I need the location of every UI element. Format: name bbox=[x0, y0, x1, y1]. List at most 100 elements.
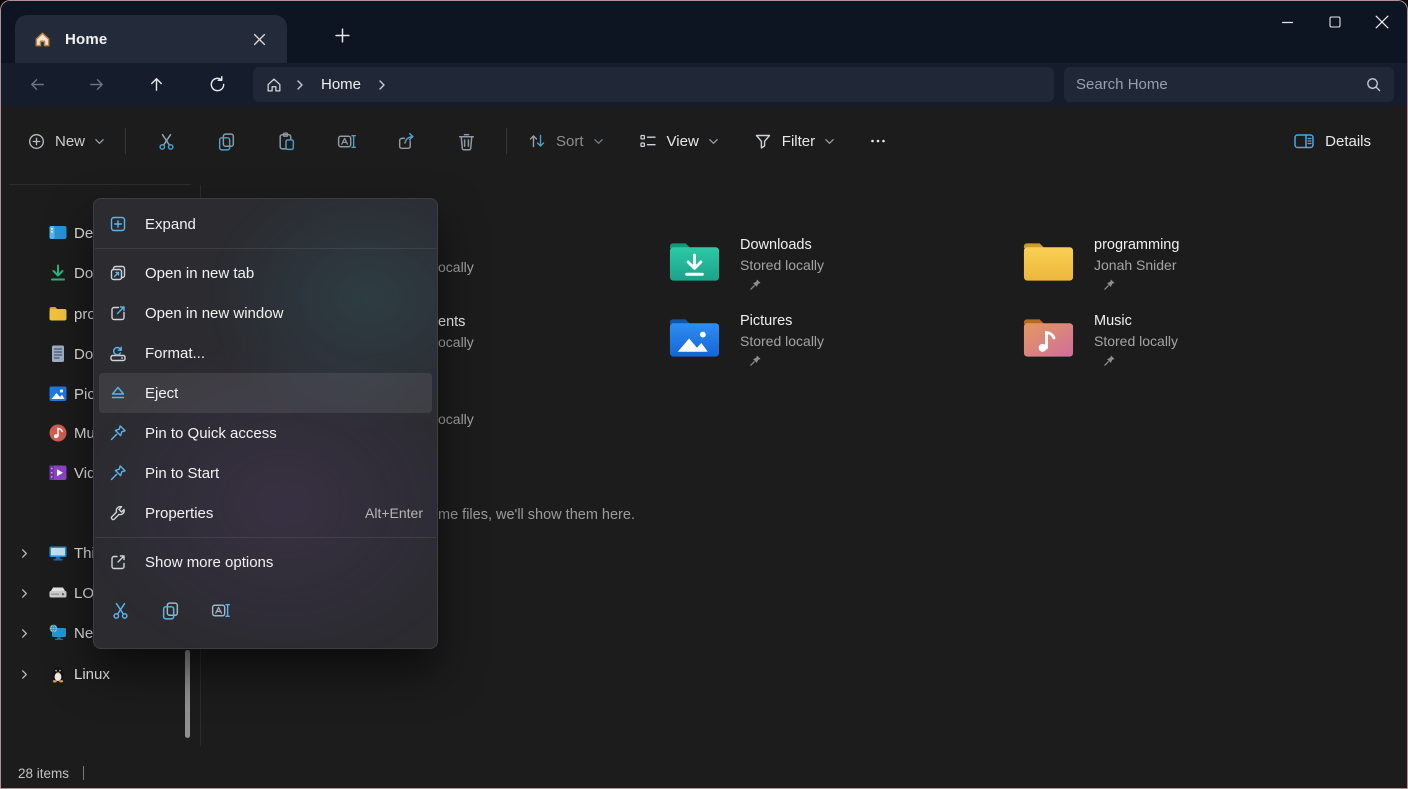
filter-button[interactable]: Filter bbox=[743, 124, 845, 158]
share-button[interactable] bbox=[385, 121, 427, 161]
hidden-tile-title-fragment: ents bbox=[438, 314, 465, 330]
breadcrumb-home-icon[interactable] bbox=[265, 76, 283, 94]
chevron-right-icon[interactable] bbox=[19, 588, 30, 599]
menu-item-open-new-tab[interactable]: Open in new tab bbox=[94, 253, 437, 293]
tile-pictures[interactable]: Pictures Stored locally bbox=[667, 312, 824, 367]
trash-icon bbox=[456, 131, 477, 152]
search-input[interactable] bbox=[1076, 76, 1365, 93]
tile-title: Music bbox=[1094, 313, 1178, 329]
tab-home[interactable]: Home bbox=[15, 15, 287, 63]
filter-button-label: Filter bbox=[782, 133, 815, 150]
chevron-right-icon[interactable] bbox=[19, 628, 30, 639]
open-new-window-icon bbox=[108, 303, 128, 323]
menu-item-eject[interactable]: Eject bbox=[99, 373, 432, 413]
copy-icon bbox=[160, 600, 181, 621]
menu-item-properties[interactable]: Properties Alt+Enter bbox=[94, 493, 437, 533]
sort-button[interactable]: Sort bbox=[517, 124, 614, 158]
hidden-tile-subtitle-fragment: ocally bbox=[438, 411, 474, 427]
view-button-label: View bbox=[667, 133, 699, 150]
sidebar-scrollbar[interactable] bbox=[185, 650, 190, 738]
menu-item-pin-to-start[interactable]: Pin to Start bbox=[94, 453, 437, 493]
copy-button[interactable] bbox=[152, 592, 188, 628]
tile-title: programming bbox=[1094, 237, 1179, 253]
view-icon bbox=[638, 131, 658, 151]
paste-button[interactable] bbox=[265, 121, 307, 161]
new-tab-button[interactable] bbox=[325, 18, 359, 52]
chevron-down-icon bbox=[94, 136, 105, 147]
refresh-button[interactable] bbox=[200, 67, 234, 101]
folder-icon bbox=[47, 303, 69, 325]
tab-close-icon[interactable] bbox=[245, 25, 273, 53]
tile-subtitle: Stored locally bbox=[1094, 333, 1178, 349]
breadcrumb[interactable]: Home bbox=[253, 67, 1054, 102]
filter-icon bbox=[753, 131, 773, 151]
chevron-right-icon bbox=[294, 79, 306, 91]
hidden-tile-subtitle-fragment: ocally bbox=[438, 334, 474, 350]
tile-subtitle: Jonah Snider bbox=[1094, 257, 1179, 273]
hidden-tile-subtitle-fragment: ocally bbox=[438, 259, 474, 275]
network-icon bbox=[47, 622, 69, 644]
chevron-right-icon[interactable] bbox=[19, 548, 30, 559]
chevron-down-icon bbox=[708, 136, 719, 147]
details-panel-icon bbox=[1293, 131, 1315, 151]
cut-button[interactable] bbox=[102, 592, 138, 628]
window-controls bbox=[1264, 1, 1405, 43]
music-folder-icon bbox=[1021, 312, 1076, 362]
tab-title: Home bbox=[65, 31, 107, 48]
menu-item-show-more-options[interactable]: Show more options bbox=[94, 542, 437, 582]
desktop-icon bbox=[47, 222, 69, 244]
sort-icon bbox=[527, 131, 547, 151]
file-explorer-window: Home bbox=[0, 0, 1408, 789]
rename-button[interactable] bbox=[325, 121, 367, 161]
share-icon bbox=[396, 131, 417, 152]
copy-button[interactable] bbox=[205, 121, 247, 161]
titlebar: Home bbox=[1, 1, 1407, 63]
toolbar-separator bbox=[125, 128, 126, 154]
chevron-down-icon bbox=[824, 136, 835, 147]
view-button[interactable]: View bbox=[628, 124, 729, 158]
tile-music[interactable]: Music Stored locally bbox=[1021, 312, 1178, 367]
this-pc-icon bbox=[47, 542, 69, 564]
close-button[interactable] bbox=[1358, 1, 1405, 43]
pin-icon bbox=[108, 423, 128, 443]
menu-item-pin-quick-access[interactable]: Pin to Quick access bbox=[94, 413, 437, 453]
minimize-button[interactable] bbox=[1264, 1, 1311, 43]
eject-icon bbox=[108, 383, 128, 403]
search-icon[interactable] bbox=[1365, 76, 1382, 93]
forward-button[interactable] bbox=[79, 67, 113, 101]
search-box[interactable] bbox=[1064, 67, 1394, 102]
sort-button-label: Sort bbox=[556, 133, 584, 150]
shortcut-label: Alt+Enter bbox=[365, 505, 423, 521]
menu-item-open-new-window[interactable]: Open in new window bbox=[94, 293, 437, 333]
chevron-right-icon[interactable] bbox=[19, 669, 30, 680]
more-options-button[interactable] bbox=[857, 121, 899, 161]
expand-icon bbox=[108, 214, 128, 234]
tile-title: Pictures bbox=[740, 313, 824, 329]
cut-button[interactable] bbox=[145, 121, 187, 161]
tile-programming[interactable]: programming Jonah Snider bbox=[1021, 236, 1179, 291]
recent-files-message: me files, we'll show them here. bbox=[438, 507, 635, 523]
tile-subtitle: Stored locally bbox=[740, 257, 824, 273]
tile-title: Downloads bbox=[740, 237, 824, 253]
rename-button[interactable] bbox=[202, 592, 238, 628]
navigation-bar: Home bbox=[1, 63, 1407, 105]
menu-item-format[interactable]: Format... bbox=[94, 333, 437, 373]
details-button[interactable]: Details bbox=[1283, 124, 1381, 158]
up-button[interactable] bbox=[139, 67, 173, 101]
menu-item-expand[interactable]: Expand bbox=[94, 204, 437, 244]
maximize-button[interactable] bbox=[1311, 1, 1358, 43]
new-button[interactable]: New bbox=[17, 125, 115, 158]
breadcrumb-item-home[interactable]: Home bbox=[317, 76, 365, 93]
chevron-right-icon[interactable] bbox=[376, 79, 388, 91]
back-button[interactable] bbox=[20, 67, 54, 101]
pin-icon bbox=[1103, 278, 1179, 291]
show-more-options-icon bbox=[108, 552, 128, 572]
delete-button[interactable] bbox=[445, 121, 487, 161]
ellipsis-icon bbox=[868, 131, 888, 151]
toolbar-separator bbox=[506, 128, 507, 154]
details-button-label: Details bbox=[1325, 133, 1371, 150]
paste-icon bbox=[276, 131, 297, 152]
pin-icon bbox=[108, 463, 128, 483]
documents-icon bbox=[47, 343, 69, 365]
tile-downloads[interactable]: Downloads Stored locally bbox=[667, 236, 824, 291]
